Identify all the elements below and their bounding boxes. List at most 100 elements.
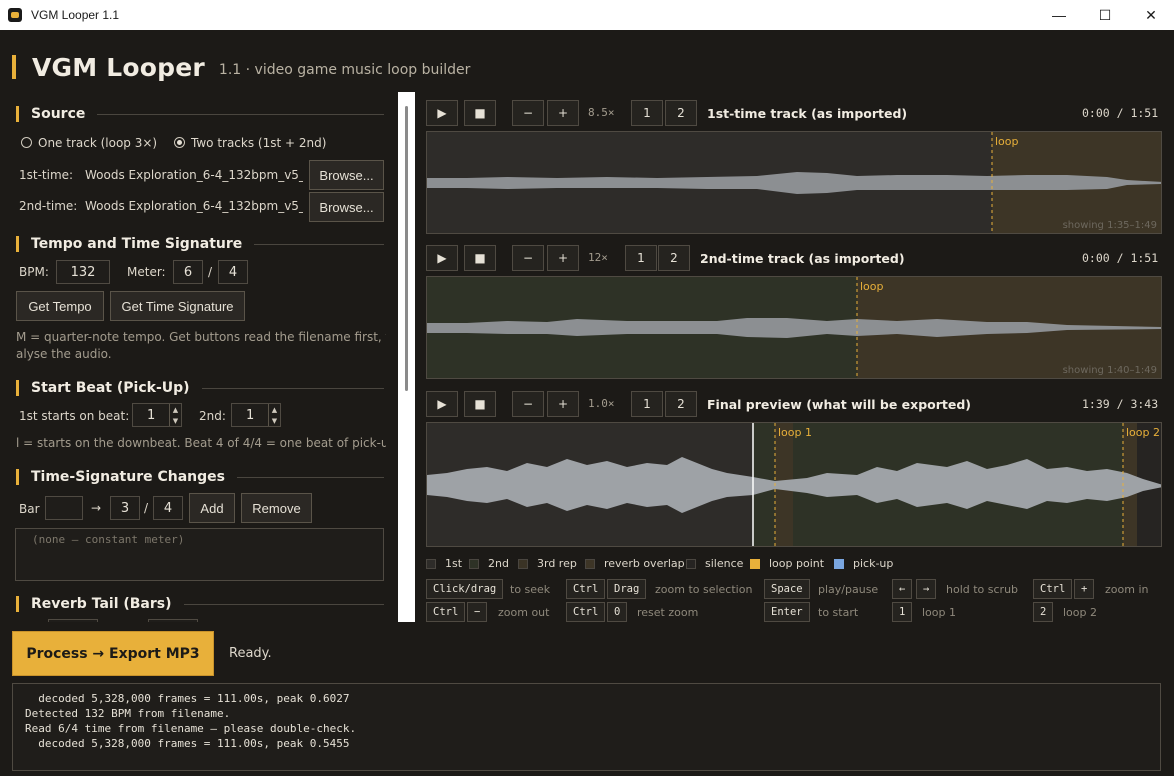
preview-zoom-level: 1.0× — [588, 397, 615, 410]
track1-loop2-button[interactable]: 2 — [665, 100, 697, 126]
log-output[interactable]: decoded 5,328,000 frames = 111.00s, peak… — [12, 683, 1161, 771]
section-divider — [183, 603, 384, 605]
track2-zoom-out-button[interactable]: − — [512, 245, 544, 271]
spin-down-icon[interactable]: ▼ — [170, 415, 181, 426]
spinbox-arrows[interactable]: ▲ ▼ — [169, 404, 181, 426]
minimize-button[interactable]: — — [1036, 0, 1082, 30]
section-divider — [97, 113, 384, 115]
section-accent — [16, 236, 19, 252]
section-title: Source — [31, 106, 86, 122]
key-drag: Drag — [607, 579, 647, 599]
key-desc: to seek — [510, 583, 551, 596]
key-desc: zoom to selection — [655, 583, 753, 596]
legend-reverb-overlap: reverb overlap — [585, 557, 685, 570]
legend-label: silence — [705, 557, 744, 570]
radio-two-tracks[interactable] — [174, 137, 185, 148]
preview-waveform[interactable]: loop 1 loop 2 — [426, 422, 1162, 547]
reverb-bars-spinbox[interactable] — [148, 619, 198, 622]
meter-numerator-input[interactable]: 6 — [173, 260, 203, 284]
track1-play-button[interactable]: ▶ — [426, 100, 458, 126]
preview-zoom-out-button[interactable]: − — [512, 391, 544, 417]
showing-range: showing 1:40–1:49 — [1062, 365, 1157, 376]
key-desc: loop 1 — [922, 606, 956, 619]
radio-one-track[interactable] — [21, 137, 32, 148]
app-icon — [8, 8, 22, 22]
legend-swatch — [750, 558, 760, 569]
track1-zoom-in-button[interactable]: + — [547, 100, 579, 126]
browse-first-button[interactable]: Browse... — [309, 160, 384, 190]
legend-pick-up: pick-up — [834, 557, 893, 570]
second-start-beat-label: 2nd: — [199, 409, 226, 423]
track1-stop-button[interactable]: ■ — [464, 100, 496, 126]
legend-swatch — [834, 558, 844, 569]
loop-label: loop — [860, 280, 884, 293]
scrollbar-thumb[interactable] — [405, 106, 408, 391]
window-title: VGM Looper 1.1 — [31, 8, 120, 22]
bpm-input[interactable]: 132 — [56, 260, 110, 284]
preview-stop-button[interactable]: ■ — [464, 391, 496, 417]
track1-time: 0:00 / 1:51 — [1082, 106, 1159, 120]
section-divider — [254, 243, 384, 245]
browse-second-button[interactable]: Browse... — [309, 192, 384, 222]
settings-panel: Source One track (loop 3×) Two tracks (1… — [12, 96, 386, 622]
preview-waveform-svg[interactable] — [427, 423, 1162, 547]
second-start-beat-spinbox[interactable]: 1 ▲ ▼ — [231, 403, 281, 427]
left-panel-scrollbar[interactable] — [398, 92, 415, 622]
ts-numerator-input[interactable]: 3 — [110, 496, 140, 520]
bar-input[interactable] — [45, 496, 83, 520]
track2-waveform-svg[interactable] — [427, 277, 1162, 379]
legend-2nd: 2nd — [469, 557, 509, 570]
spin-up-icon[interactable]: ▲ — [269, 404, 280, 415]
key-minus: − — [467, 602, 488, 622]
track2-loop1-button[interactable]: 1 — [625, 245, 657, 271]
get-tempo-button[interactable]: Get Tempo — [16, 291, 104, 321]
first-time-path: Woods Exploration_6-4_132bpm_v5_liv — [85, 168, 303, 182]
reverb-bars-spinbox[interactable] — [48, 619, 98, 622]
meter-label: Meter: — [127, 265, 166, 279]
preview-loop1-button[interactable]: 1 — [631, 391, 663, 417]
legend-label: loop point — [769, 557, 825, 570]
track2-loop2-button[interactable]: 2 — [658, 245, 690, 271]
track1-waveform[interactable]: loop showing 1:35–1:49 — [426, 131, 1162, 234]
track1-loop1-button[interactable]: 1 — [631, 100, 663, 126]
ts-denominator-input[interactable]: 4 — [153, 496, 183, 520]
track1-waveform-svg[interactable] — [427, 132, 1162, 234]
track2-zoom-level: 12× — [588, 251, 608, 264]
radio-one-track-label[interactable]: One track (loop 3×) — [38, 136, 157, 150]
preview-zoom-in-button[interactable]: + — [547, 391, 579, 417]
track2-waveform[interactable]: loop showing 1:40–1:49 — [426, 276, 1162, 379]
key-desc: hold to scrub — [946, 583, 1019, 596]
radio-two-tracks-label[interactable]: Two tracks (1st + 2nd) — [191, 136, 326, 150]
spin-down-icon[interactable]: ▼ — [269, 415, 280, 426]
key-ctrl: Ctrl — [1033, 579, 1073, 599]
process-export-button[interactable]: Process → Export MP3 — [12, 631, 214, 676]
ts-changes-list[interactable]: (none — constant meter) — [15, 528, 384, 581]
first-start-beat-spinbox[interactable]: 1 ▲ ▼ — [132, 403, 182, 427]
preview-play-button[interactable]: ▶ — [426, 391, 458, 417]
spinbox-value: 1 — [246, 407, 255, 423]
track1-title: 1st-time track (as imported) — [707, 106, 908, 121]
log-line: Read 6/4 time from filename — please dou… — [25, 722, 357, 735]
legend-swatch — [426, 558, 436, 569]
legend-1st: 1st — [426, 557, 462, 570]
spinbox-arrows[interactable]: ▲ ▼ — [268, 404, 280, 426]
key-two: 2 — [1033, 602, 1054, 622]
spin-up-icon[interactable]: ▲ — [170, 404, 181, 415]
track2-play-button[interactable]: ▶ — [426, 245, 458, 271]
loop1-label: loop 1 — [778, 426, 812, 439]
meter-denominator-input[interactable]: 4 — [218, 260, 248, 284]
add-ts-button[interactable]: Add — [189, 493, 235, 523]
preview-time: 1:39 / 3:43 — [1082, 397, 1159, 411]
second-time-label: 2nd-time: — [19, 199, 78, 213]
maximize-button[interactable]: ☐ — [1082, 0, 1128, 30]
track1-zoom-out-button[interactable]: − — [512, 100, 544, 126]
section-title: Time-Signature Changes — [31, 469, 225, 485]
remove-ts-button[interactable]: Remove — [241, 493, 312, 523]
legend-swatch — [686, 558, 696, 569]
close-button[interactable]: ✕ — [1128, 0, 1174, 30]
track2-zoom-in-button[interactable]: + — [547, 245, 579, 271]
track2-stop-button[interactable]: ■ — [464, 245, 496, 271]
track1-zoom-level: 8.5× — [588, 106, 615, 119]
preview-loop2-button[interactable]: 2 — [665, 391, 697, 417]
get-time-signature-button[interactable]: Get Time Signature — [110, 291, 245, 321]
